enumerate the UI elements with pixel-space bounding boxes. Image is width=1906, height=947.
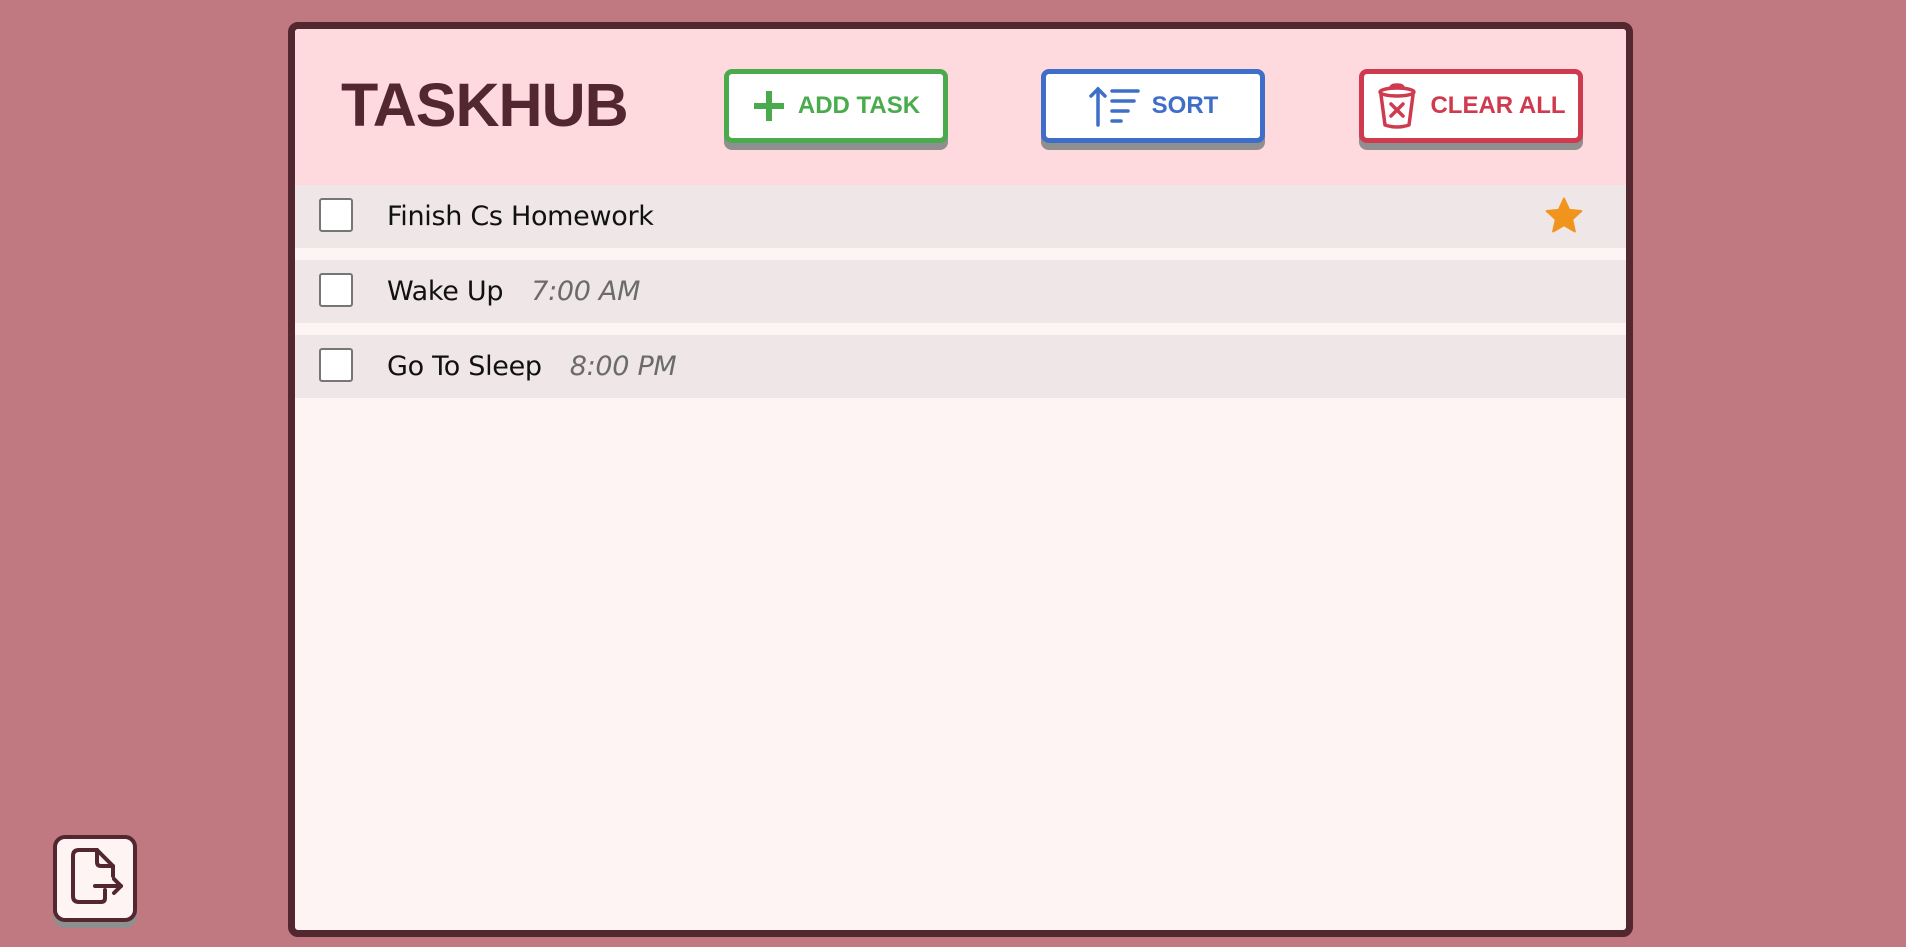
task-checkbox[interactable] <box>319 273 353 307</box>
app-header: TASKHUB ADD TASK SORT CLEAR ALL <box>295 29 1626 185</box>
plus-icon <box>752 89 786 123</box>
task-item: Wake Up 7:00 AM <box>295 260 1626 323</box>
export-button[interactable] <box>53 835 137 922</box>
task-checkbox[interactable] <box>319 198 353 232</box>
app-title: TASKHUB <box>341 71 629 139</box>
task-label: Go To Sleep 8:00 PM <box>387 351 677 382</box>
file-export-icon <box>65 846 125 911</box>
task-time: 7:00 AM <box>531 276 641 307</box>
trash-x-icon <box>1376 83 1418 129</box>
task-title: Finish Cs Homework <box>387 201 654 232</box>
task-label: Finish Cs Homework <box>387 201 654 232</box>
task-item: Go To Sleep 8:00 PM <box>295 335 1626 398</box>
add-task-button[interactable]: ADD TASK <box>724 69 948 143</box>
task-list: Finish Cs Homework Wake Up 7:00 AM Go To … <box>295 185 1626 410</box>
taskhub-window: TASKHUB ADD TASK SORT CLEAR ALL Finish C… <box>288 22 1633 937</box>
clear-all-label: CLEAR ALL <box>1430 92 1566 119</box>
star-icon[interactable] <box>1544 196 1584 236</box>
sort-button[interactable]: SORT <box>1041 69 1265 143</box>
task-label: Wake Up 7:00 AM <box>387 276 640 307</box>
task-item: Finish Cs Homework <box>295 185 1626 248</box>
sort-ascending-icon <box>1088 85 1140 127</box>
task-title: Go To Sleep <box>387 351 542 382</box>
task-time: 8:00 PM <box>569 351 677 382</box>
add-task-label: ADD TASK <box>797 92 921 119</box>
sort-label: SORT <box>1151 92 1219 119</box>
task-checkbox[interactable] <box>319 348 353 382</box>
task-title: Wake Up <box>387 276 504 307</box>
clear-all-button[interactable]: CLEAR ALL <box>1359 69 1583 143</box>
